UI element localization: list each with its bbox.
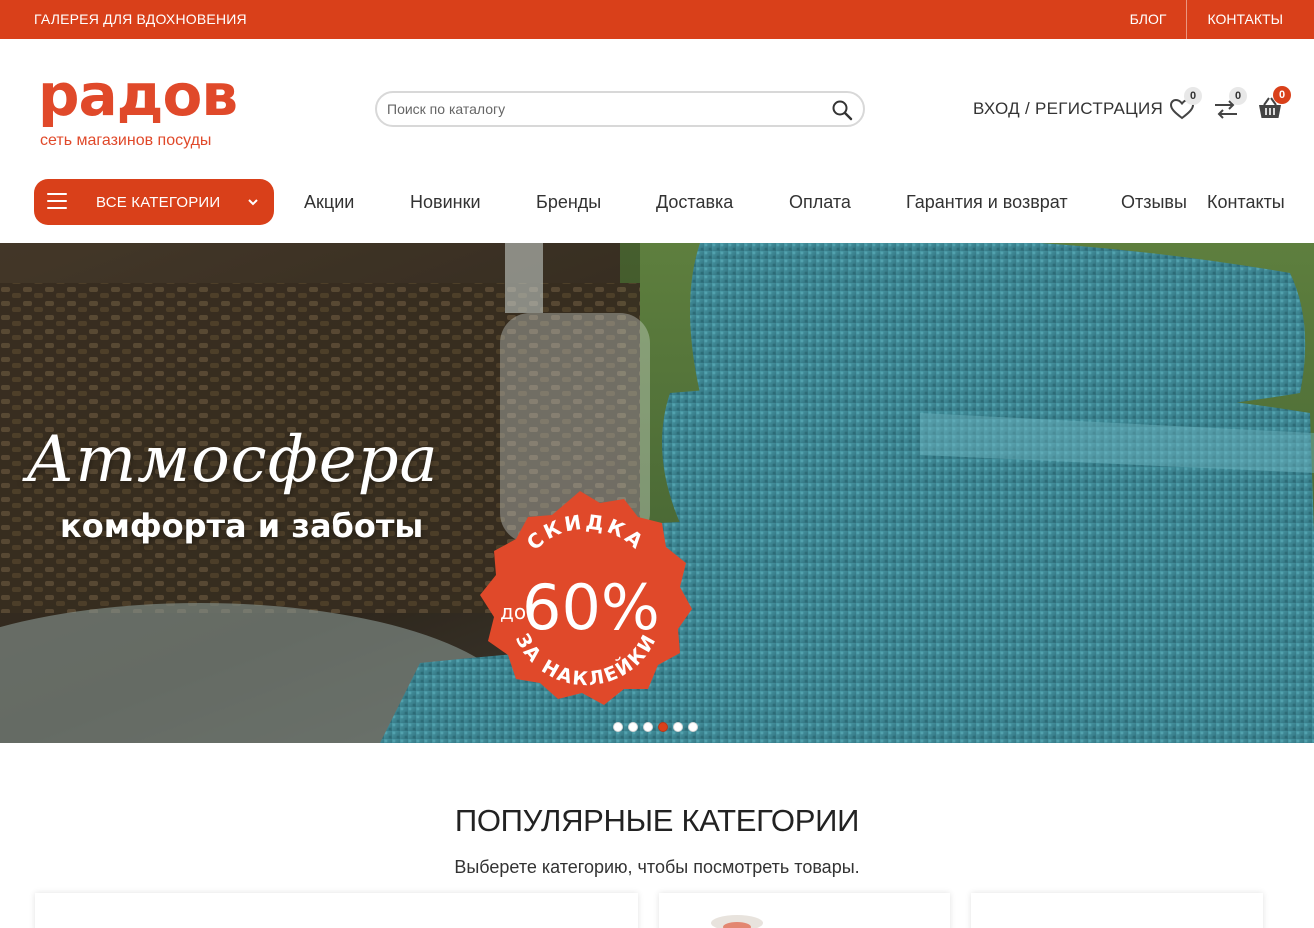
slider-dot-3[interactable] bbox=[643, 722, 653, 732]
nav-reviews[interactable]: Отзывы bbox=[1121, 192, 1187, 213]
contacts-link[interactable]: КОНТАКТЫ bbox=[1187, 0, 1283, 39]
top-links: БЛОГ КОНТАКТЫ bbox=[1110, 0, 1283, 39]
nav-contacts[interactable]: Контакты bbox=[1207, 192, 1285, 213]
slider-dot-1[interactable] bbox=[613, 722, 623, 732]
category-card[interactable] bbox=[659, 893, 950, 928]
compare-badge: 0 bbox=[1229, 87, 1247, 105]
slider-dot-2[interactable] bbox=[628, 722, 638, 732]
cart-badge: 0 bbox=[1273, 86, 1291, 104]
sticker-top-text: СКИДКА bbox=[522, 509, 650, 555]
logo-subtitle: сеть магазинов посуды bbox=[40, 132, 212, 149]
search-icon[interactable] bbox=[831, 99, 853, 121]
all-categories-button[interactable]: ВСЕ КАТЕГОРИИ bbox=[34, 179, 274, 225]
hero-subtitle: комфорта и заботы bbox=[60, 507, 424, 545]
hero-title: Атмосфера bbox=[26, 423, 439, 497]
nav-brands[interactable]: Бренды bbox=[536, 192, 601, 213]
slider-dot-4[interactable] bbox=[658, 722, 668, 732]
all-categories-label: ВСЕ КАТЕГОРИИ bbox=[96, 194, 221, 211]
slider-dot-5[interactable] bbox=[673, 722, 683, 732]
top-bar: ГАЛЕРЕЯ ДЛЯ ВДОХНОВЕНИЯ БЛОГ КОНТАКТЫ bbox=[0, 0, 1314, 39]
nav-new[interactable]: Новинки bbox=[410, 192, 481, 213]
nav-payment[interactable]: Оплата bbox=[789, 192, 851, 213]
category-card[interactable] bbox=[971, 893, 1263, 928]
discount-sticker: СКИДКА ЗА НАКЛЕЙКИ до 60% bbox=[500, 509, 660, 690]
blog-link[interactable]: БЛОГ bbox=[1110, 0, 1187, 39]
chevron-down-icon bbox=[248, 199, 258, 206]
category-image bbox=[711, 915, 763, 928]
slider-dots bbox=[613, 722, 698, 732]
nav-warranty[interactable]: Гарантия и возврат bbox=[906, 192, 1068, 213]
category-card[interactable] bbox=[35, 893, 638, 928]
logo-wordmark: радов bbox=[38, 61, 238, 129]
logo[interactable]: радов сеть магазинов посуды bbox=[38, 62, 238, 154]
nav-promotions[interactable]: Акции bbox=[304, 192, 354, 213]
search-input[interactable] bbox=[387, 99, 817, 119]
tagline: ГАЛЕРЕЯ ДЛЯ ВДОХНОВЕНИЯ bbox=[34, 11, 247, 27]
nav-delivery[interactable]: Доставка bbox=[656, 192, 733, 213]
search-box bbox=[375, 91, 865, 127]
wishlist-badge: 0 bbox=[1184, 87, 1202, 105]
slider-dot-6[interactable] bbox=[688, 722, 698, 732]
menu-icon bbox=[47, 193, 67, 209]
section-title: ПОПУЛЯРНЫЕ КАТЕГОРИИ bbox=[454, 803, 860, 838]
section-subtitle: Выберете категорию, чтобы посмотреть тов… bbox=[454, 857, 860, 877]
login-register-link[interactable]: ВХОД / РЕГИСТРАЦИЯ bbox=[973, 99, 1163, 119]
sticker-value: 60% bbox=[522, 571, 660, 644]
